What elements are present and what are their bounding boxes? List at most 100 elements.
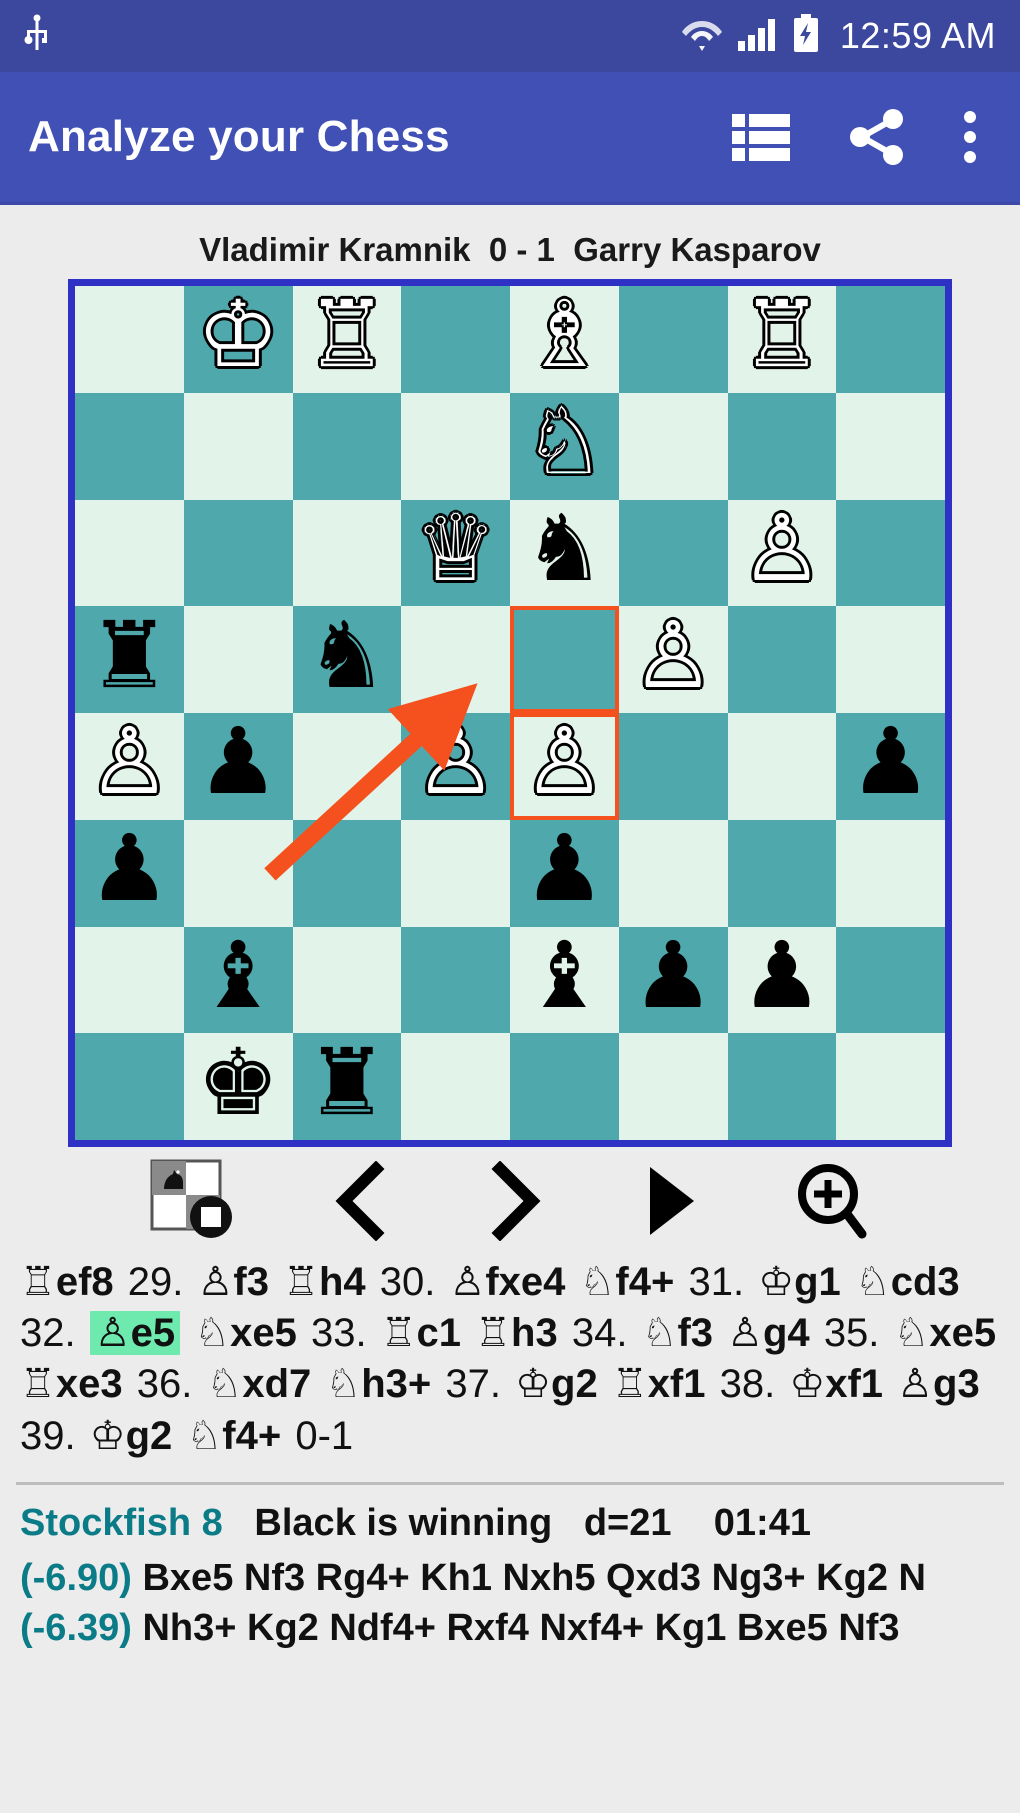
board-square-g7[interactable]	[727, 392, 837, 500]
board-square-h4[interactable]: ♟	[836, 713, 945, 820]
previous-move-icon[interactable]	[330, 1161, 392, 1241]
board-square-c3[interactable]	[292, 819, 402, 927]
board-square-d3[interactable]	[401, 819, 510, 927]
piece-bR[interactable]: ♜	[306, 1037, 388, 1129]
board-square-b3[interactable]	[183, 819, 293, 927]
piece-wN[interactable]: ♘	[523, 396, 605, 488]
move-item[interactable]: ♘f4+	[186, 1414, 281, 1458]
board-square-f7[interactable]	[618, 392, 728, 500]
piece-bP[interactable]: ♟	[197, 716, 279, 808]
piece-wP[interactable]: ♙	[414, 716, 496, 808]
board-square-d8[interactable]	[401, 286, 510, 393]
move-item[interactable]: ♖ef8	[20, 1260, 114, 1304]
play-icon[interactable]	[638, 1161, 700, 1241]
piece-bP[interactable]: ♟	[849, 716, 931, 808]
move-item[interactable]: ♘xe5	[894, 1311, 997, 1355]
board-square-g6[interactable]: ♙	[727, 499, 837, 607]
piece-bR[interactable]: ♜	[88, 610, 170, 702]
board-square-b5[interactable]	[183, 606, 293, 713]
move-item[interactable]: ♖c1	[381, 1311, 461, 1355]
piece-bP[interactable]: ♟	[523, 823, 605, 915]
board-square-f5[interactable]: ♙	[618, 606, 728, 713]
piece-wB[interactable]: ♗	[523, 289, 605, 381]
move-item[interactable]: ♔g2	[90, 1414, 173, 1458]
move-item[interactable]: ♙e5	[89, 1311, 181, 1356]
board-square-b6[interactable]	[183, 499, 293, 607]
piece-wQ[interactable]: ♕	[414, 503, 496, 595]
share-icon[interactable]	[846, 107, 908, 167]
board-square-a4[interactable]: ♙	[75, 713, 184, 820]
board-square-b2[interactable]: ♝	[183, 926, 293, 1034]
board-square-a2[interactable]	[75, 926, 184, 1034]
move-list[interactable]: ♖ef8 29. ♙f3 ♖h4 30. ♙fxe4 ♘f4+ 31. ♔g1 …	[0, 1255, 1020, 1472]
move-item[interactable]: ♖h3	[475, 1311, 558, 1355]
overflow-menu-icon[interactable]	[962, 108, 978, 166]
piece-wK[interactable]: ♔	[197, 289, 279, 381]
chess-board[interactable]: ♔ ♖ ♗ ♖ ♘ ♕ ♞ ♙ ♜ ♞ ♙ ♙ ♟ ♙ ♙ ♟ ♟ ♟ ♝ ♝ ♟ ♟ ♚ ♜	[68, 279, 952, 1147]
board-square-c4[interactable]	[292, 713, 402, 820]
zoom-in-magnifier-icon[interactable]	[792, 1160, 868, 1242]
board-square-h8[interactable]	[836, 286, 945, 393]
board-square-h2[interactable]	[836, 926, 945, 1034]
board-square-d2[interactable]	[401, 926, 510, 1034]
board-square-b4[interactable]: ♟	[183, 713, 293, 820]
board-square-g8[interactable]: ♖	[727, 286, 837, 393]
board-square-e7[interactable]: ♘	[510, 392, 619, 500]
board-square-c1[interactable]: ♜	[292, 1033, 402, 1140]
board-square-a1[interactable]	[75, 1033, 184, 1140]
board-square-e4[interactable]: ♙	[510, 713, 619, 820]
piece-wR[interactable]: ♖	[306, 289, 388, 381]
board-square-a6[interactable]	[75, 499, 184, 607]
board-square-e2[interactable]: ♝	[510, 926, 619, 1034]
board-square-d5[interactable]	[401, 606, 510, 713]
board-square-a8[interactable]	[75, 286, 184, 393]
board-square-c5[interactable]: ♞	[292, 606, 402, 713]
board-square-c6[interactable]	[292, 499, 402, 607]
board-square-g2[interactable]: ♟	[727, 926, 837, 1034]
piece-bB[interactable]: ♝	[523, 930, 605, 1022]
engine-variation[interactable]: (-6.90) Bxe5 Nf3 Rg4+ Kh1 Nxh5 Qxd3 Ng3+…	[20, 1554, 1000, 1603]
board-square-d7[interactable]	[401, 392, 510, 500]
piece-bK[interactable]: ♚	[197, 1037, 279, 1129]
board-square-a7[interactable]	[75, 392, 184, 500]
move-item[interactable]: ♙g4	[727, 1311, 810, 1355]
board-square-b7[interactable]	[183, 392, 293, 500]
board-square-f8[interactable]	[618, 286, 728, 393]
board-square-f2[interactable]: ♟	[618, 926, 728, 1034]
board-square-e5[interactable]	[510, 606, 619, 713]
piece-wP[interactable]: ♙	[632, 610, 714, 702]
move-item[interactable]: ♔g1	[758, 1260, 841, 1304]
move-item[interactable]: ♘h3+	[325, 1362, 431, 1406]
board-square-d4[interactable]: ♙	[401, 713, 510, 820]
board-square-g4[interactable]	[727, 713, 837, 820]
board-square-c8[interactable]: ♖	[292, 286, 402, 393]
move-item[interactable]: ♔g2	[515, 1362, 598, 1406]
board-square-f6[interactable]	[618, 499, 728, 607]
board-square-e6[interactable]: ♞	[510, 499, 619, 607]
board-square-e3[interactable]: ♟	[510, 819, 619, 927]
board-square-h6[interactable]	[836, 499, 945, 607]
board-square-c7[interactable]	[292, 392, 402, 500]
list-view-icon[interactable]	[730, 108, 792, 166]
board-square-h3[interactable]	[836, 819, 945, 927]
piece-wR[interactable]: ♖	[741, 289, 823, 381]
engine-variation[interactable]: (-6.39) Nh3+ Kg2 Ndf4+ Rxf4 Nxf4+ Kg1 Bx…	[20, 1604, 1000, 1653]
board-square-d1[interactable]	[401, 1033, 510, 1140]
move-item[interactable]: ♘f3	[642, 1311, 713, 1355]
board-square-f1[interactable]	[618, 1033, 728, 1140]
move-item[interactable]: ♘cd3	[855, 1260, 960, 1304]
board-square-f4[interactable]	[618, 713, 728, 820]
board-square-e8[interactable]: ♗	[510, 286, 619, 393]
move-item[interactable]: ♙g3	[897, 1362, 980, 1406]
board-square-f3[interactable]	[618, 819, 728, 927]
board-square-b8[interactable]: ♔	[183, 286, 293, 393]
board-square-h5[interactable]	[836, 606, 945, 713]
board-square-a3[interactable]: ♟	[75, 819, 184, 927]
board-square-a5[interactable]: ♜	[75, 606, 184, 713]
flip-board-icon[interactable]	[150, 1159, 238, 1243]
move-item[interactable]: ♙fxe4	[450, 1260, 566, 1304]
board-square-d6[interactable]: ♕	[401, 499, 510, 607]
piece-wP[interactable]: ♙	[741, 503, 823, 595]
board-square-e1[interactable]	[510, 1033, 619, 1140]
piece-bP[interactable]: ♟	[88, 823, 170, 915]
